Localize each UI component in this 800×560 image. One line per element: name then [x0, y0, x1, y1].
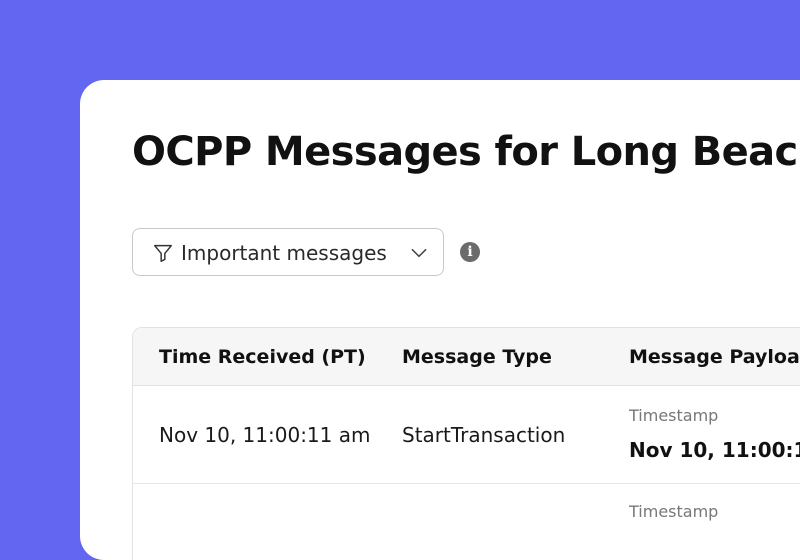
table-row[interactable]: Timestamp: [133, 484, 800, 560]
table-header: Time Received (PT) Message Type Message …: [133, 328, 800, 386]
message-filter-dropdown[interactable]: Important messages: [132, 228, 444, 276]
chevron-down-icon: [411, 248, 427, 258]
main-card: OCPP Messages for Long Beach Important m…: [80, 80, 800, 560]
info-icon[interactable]: i: [460, 242, 480, 262]
row-time: Nov 10, 11:00:11 am: [159, 423, 371, 447]
page-title: OCPP Messages for Long Beach: [132, 129, 800, 175]
column-header-payload[interactable]: Message Payload: [629, 345, 800, 369]
payload-field-label: Timestamp: [629, 502, 719, 521]
filter-label: Important messages: [181, 241, 387, 265]
column-header-type[interactable]: Message Type: [402, 345, 552, 369]
payload-field-label: Timestamp: [629, 406, 719, 425]
payload-field-value: Nov 10, 11:00:11: [629, 438, 800, 462]
messages-table: Time Received (PT) Message Type Message …: [132, 327, 800, 560]
column-header-time[interactable]: Time Received (PT): [159, 345, 366, 369]
row-message-type: StartTransaction: [402, 423, 566, 447]
filter-icon: [154, 244, 172, 262]
table-row[interactable]: Nov 10, 11:00:11 am StartTransaction Tim…: [133, 386, 800, 484]
